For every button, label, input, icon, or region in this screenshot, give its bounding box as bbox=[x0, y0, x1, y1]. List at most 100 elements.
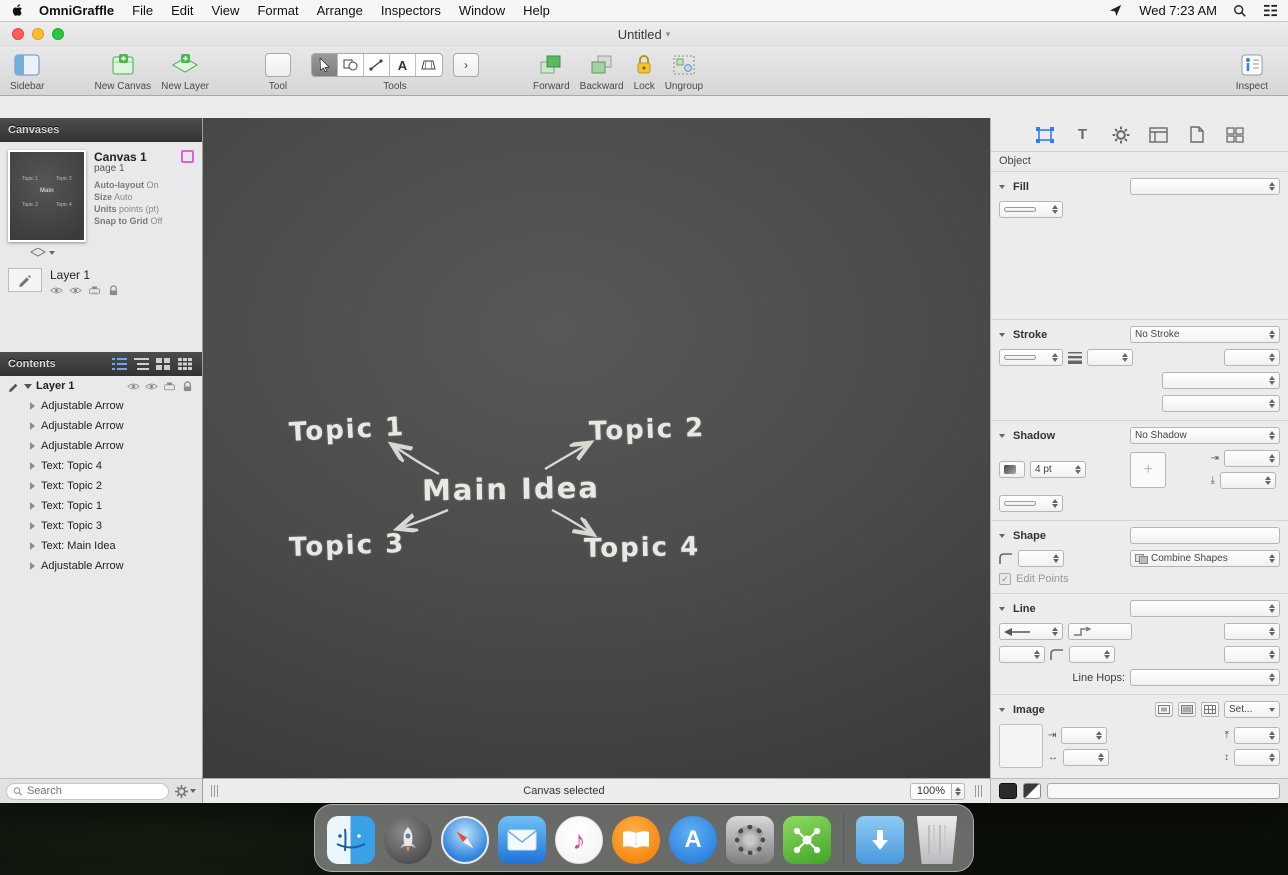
shared-eye-icon[interactable] bbox=[127, 381, 140, 392]
print-icon[interactable] bbox=[163, 381, 176, 392]
image-stretch-button[interactable] bbox=[1178, 702, 1196, 717]
line-midpoint-popup[interactable] bbox=[1068, 623, 1132, 640]
stroke-corner-popup[interactable] bbox=[1224, 349, 1280, 366]
combine-shapes-popup[interactable]: Combine Shapes bbox=[1130, 550, 1280, 567]
list-view-button[interactable] bbox=[110, 357, 128, 371]
line-weight-stepper[interactable] bbox=[999, 646, 1045, 663]
menu-view[interactable]: View bbox=[211, 3, 239, 18]
list-item[interactable]: Text: Topic 3 bbox=[0, 516, 202, 536]
disclosure-icon[interactable] bbox=[30, 522, 35, 530]
tab-canvas[interactable] bbox=[1148, 125, 1170, 145]
dock-app-store-icon[interactable]: A bbox=[669, 816, 717, 864]
fill-style-popup[interactable] bbox=[999, 201, 1063, 218]
list-item[interactable]: Text: Main Idea bbox=[0, 536, 202, 556]
shadow-offset-y-stepper[interactable] bbox=[1220, 472, 1276, 489]
canvas-list-item[interactable]: Main Topic 1 Topic 2 Topic 3 Topic 4 Can… bbox=[0, 142, 202, 246]
drawing-canvas[interactable]: Topic 1 Topic 2 Main Idea Topic 3 Topic … bbox=[203, 118, 990, 778]
spotlight-search-icon[interactable] bbox=[1233, 4, 1247, 18]
location-arrow-icon[interactable] bbox=[1108, 3, 1123, 18]
minimize-button[interactable] bbox=[32, 28, 44, 40]
dock-launchpad-icon[interactable] bbox=[384, 816, 432, 864]
shadow-color-well[interactable] bbox=[999, 461, 1025, 478]
inspector-resize-handle[interactable] bbox=[975, 785, 982, 797]
topic3-text[interactable]: Topic 3 bbox=[289, 529, 406, 563]
disclosure-icon[interactable] bbox=[30, 402, 35, 410]
grid-view-button[interactable] bbox=[154, 357, 172, 371]
sidebar-resize-handle[interactable] bbox=[211, 785, 218, 797]
lock-small-icon[interactable] bbox=[107, 285, 120, 296]
list-item[interactable]: Adjustable Arrow bbox=[0, 396, 202, 416]
edit-points-checkbox[interactable]: ✓ bbox=[999, 573, 1011, 585]
dock-finder-icon[interactable] bbox=[327, 816, 375, 864]
disclosure-icon[interactable] bbox=[30, 542, 35, 550]
menu-arrange[interactable]: Arrange bbox=[317, 3, 363, 18]
menu-help[interactable]: Help bbox=[523, 3, 550, 18]
disclosure-icon[interactable] bbox=[999, 534, 1005, 538]
disclosure-icon[interactable] bbox=[30, 482, 35, 490]
menu-file[interactable]: File bbox=[132, 3, 153, 18]
topic4-text[interactable]: Topic 4 bbox=[584, 532, 701, 564]
search-input[interactable] bbox=[27, 785, 162, 797]
dock-system-preferences-icon[interactable] bbox=[726, 816, 774, 864]
image-offset-y-stepper[interactable] bbox=[1234, 727, 1280, 744]
fill-color-swatch[interactable] bbox=[999, 783, 1017, 799]
lock-small-icon[interactable] bbox=[181, 381, 194, 392]
tab-text[interactable]: T bbox=[1072, 125, 1094, 145]
disclosure-icon[interactable] bbox=[30, 462, 35, 470]
fill-type-popup[interactable] bbox=[1130, 178, 1280, 195]
corner-radius-stepper[interactable] bbox=[1018, 550, 1064, 567]
disclosure-open-icon[interactable] bbox=[24, 384, 32, 389]
more-tools-button[interactable]: › bbox=[453, 53, 479, 77]
main-idea-text[interactable]: Main Idea bbox=[422, 470, 600, 507]
dock-downloads-icon[interactable] bbox=[856, 816, 904, 864]
dock-safari-icon[interactable] bbox=[441, 816, 489, 864]
shadow-fuzziness-popup[interactable] bbox=[999, 495, 1063, 512]
new-layer-button[interactable]: New Layer bbox=[161, 51, 209, 92]
dock-omnigraffle-icon[interactable] bbox=[783, 816, 831, 864]
shadow-offset-x-stepper[interactable] bbox=[1224, 450, 1280, 467]
canvas-name[interactable]: Canvas 1 bbox=[94, 151, 147, 163]
disclosure-icon[interactable] bbox=[999, 708, 1005, 712]
contents-layer-row[interactable]: Layer 1 bbox=[0, 376, 202, 396]
line-jump-popup[interactable] bbox=[1224, 646, 1280, 663]
tab-document[interactable] bbox=[1186, 125, 1208, 145]
disclosure-icon[interactable] bbox=[30, 442, 35, 450]
stroke-color-swatch[interactable] bbox=[1023, 783, 1041, 799]
list-item[interactable]: Text: Topic 1 bbox=[0, 496, 202, 516]
image-well[interactable] bbox=[999, 724, 1043, 768]
lock-button[interactable]: Lock bbox=[634, 51, 655, 92]
disclosure-icon[interactable] bbox=[999, 607, 1005, 611]
disclosure-icon[interactable] bbox=[30, 422, 35, 430]
artboard-tool-button[interactable] bbox=[416, 54, 442, 76]
menu-inspectors[interactable]: Inspectors bbox=[381, 3, 441, 18]
shape-popup[interactable] bbox=[1130, 527, 1280, 544]
image-width-stepper[interactable] bbox=[1063, 749, 1109, 766]
forward-button[interactable]: Forward bbox=[533, 51, 570, 92]
sidebar-toggle-button[interactable]: Sidebar bbox=[10, 51, 44, 92]
stroke-join-popup[interactable] bbox=[1162, 372, 1280, 389]
menu-window[interactable]: Window bbox=[459, 3, 505, 18]
disclosure-icon[interactable] bbox=[999, 434, 1005, 438]
topic1-text[interactable]: Topic 1 bbox=[288, 412, 406, 448]
canvas-thumbnail[interactable]: Main Topic 1 Topic 2 Topic 3 Topic 4 bbox=[8, 150, 86, 242]
arrow-to-topic2[interactable] bbox=[545, 444, 588, 469]
image-offset-x-stepper[interactable] bbox=[1061, 727, 1107, 744]
list-item[interactable]: Adjustable Arrow bbox=[0, 556, 202, 576]
disclosure-icon[interactable] bbox=[30, 502, 35, 510]
arrow-to-topic3[interactable] bbox=[400, 510, 448, 528]
tab-properties[interactable] bbox=[1110, 125, 1132, 145]
menu-edit[interactable]: Edit bbox=[171, 3, 193, 18]
menu-app-name[interactable]: OmniGraffle bbox=[39, 3, 114, 18]
image-height-stepper[interactable] bbox=[1234, 749, 1280, 766]
dock-music-icon[interactable]: ♪ bbox=[555, 816, 603, 864]
visibility-eye-icon[interactable] bbox=[69, 285, 82, 296]
title-bar[interactable]: Untitled ▾ bbox=[0, 22, 1288, 47]
zoom-button[interactable] bbox=[52, 28, 64, 40]
shape-tool-button[interactable] bbox=[338, 54, 364, 76]
line-type-popup[interactable] bbox=[1130, 600, 1280, 617]
shadow-type-popup[interactable]: No Shadow bbox=[1130, 427, 1280, 444]
backward-button[interactable]: Backward bbox=[580, 51, 624, 92]
apple-menu-icon[interactable] bbox=[10, 3, 25, 18]
inspect-button[interactable]: Inspect bbox=[1236, 51, 1268, 92]
zoom-control[interactable]: 100% bbox=[910, 783, 965, 800]
